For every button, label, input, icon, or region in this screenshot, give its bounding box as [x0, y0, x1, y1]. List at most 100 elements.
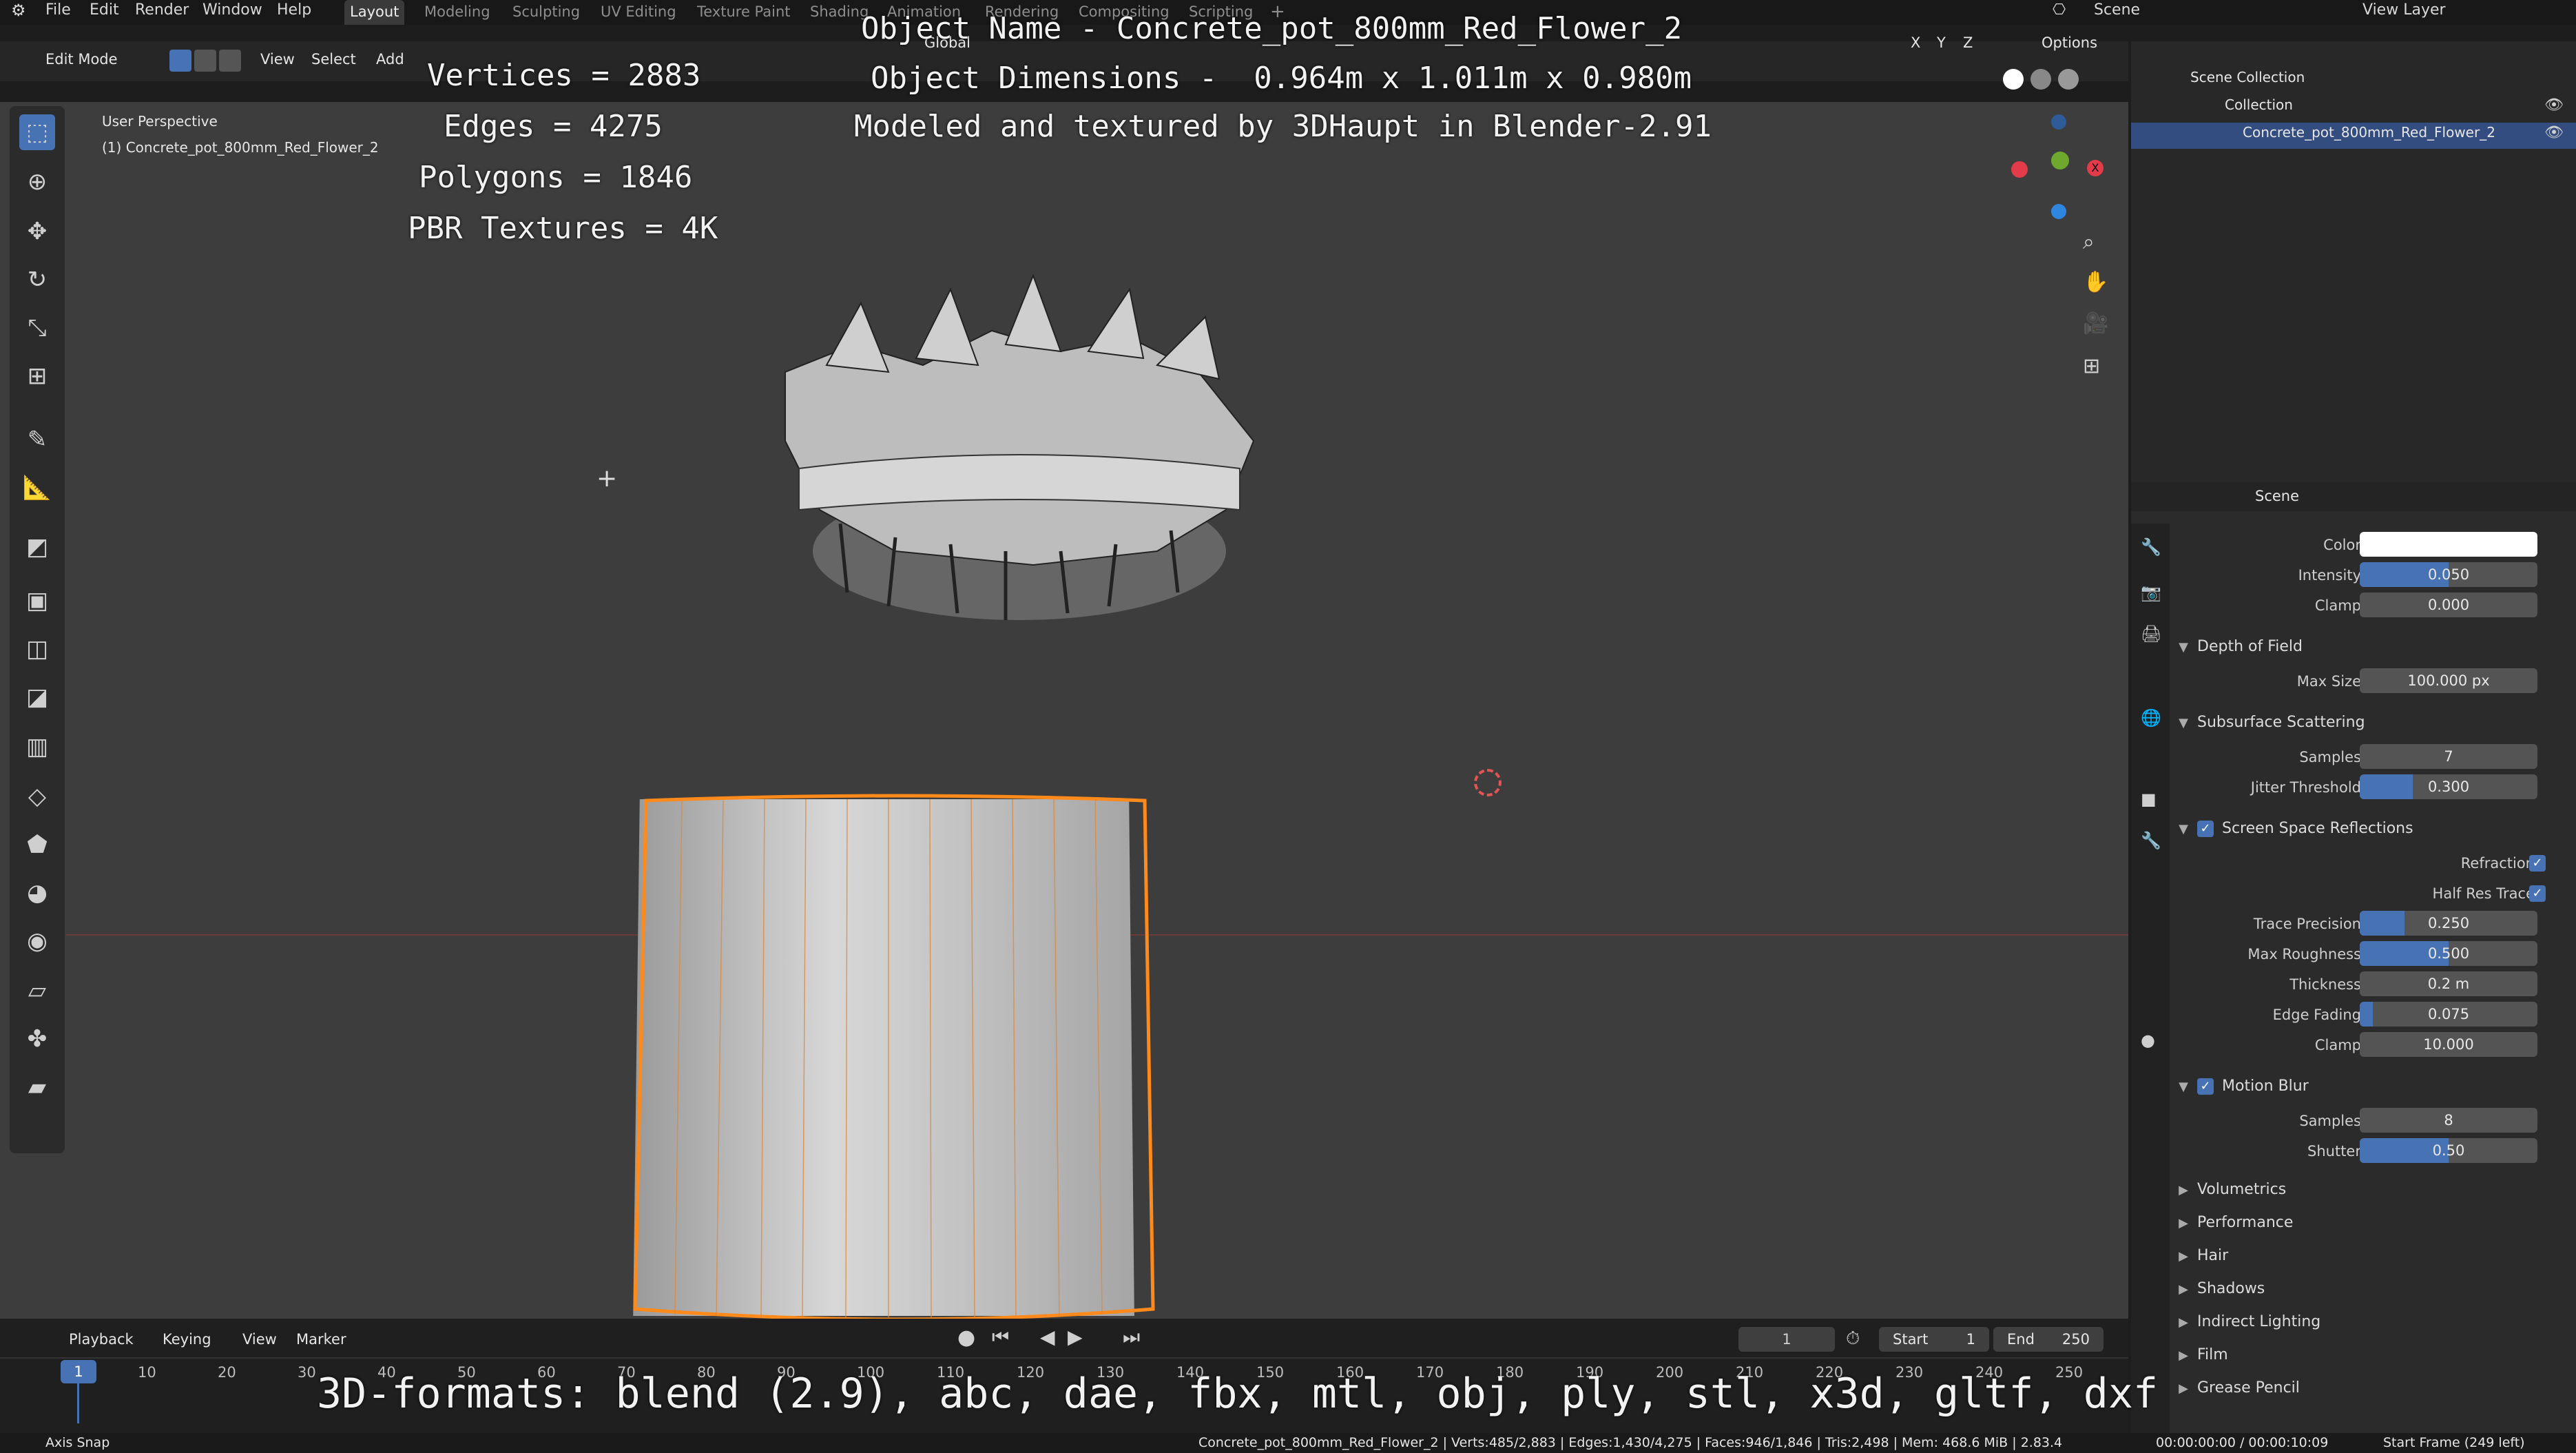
inset-tool-icon[interactable]: ◫ — [19, 631, 55, 667]
3d-cursor-icon[interactable] — [1474, 769, 1502, 796]
current-frame-field[interactable]: 1 — [1738, 1327, 1835, 1352]
scene-icon[interactable]: ⎔ — [2053, 0, 2066, 25]
outliner-scene-collection[interactable]: Scene Collection — [2190, 69, 2305, 85]
gizmo-neg-x-icon[interactable] — [2011, 161, 2028, 178]
checkbox-icon[interactable]: ✓ — [2529, 885, 2546, 902]
tab-layout[interactable]: Layout — [344, 0, 405, 25]
section-shadows[interactable]: ▶ Shadows — [2170, 1272, 2576, 1305]
mb-samples-value[interactable]: 8 — [2360, 1108, 2537, 1133]
ssr-clamp[interactable]: Clamp 10.000 — [2170, 1029, 2576, 1061]
grid-view-icon[interactable]: ⊞ — [2083, 354, 2100, 378]
dof-max-size-value[interactable]: 100.000 px — [2360, 668, 2537, 693]
object-eye-icon[interactable]: 👁 — [2544, 124, 2564, 141]
vertex-select-icon[interactable] — [169, 50, 191, 72]
mb-samples[interactable]: Samples 8 — [2170, 1105, 2576, 1137]
bevel-tool-icon[interactable]: ◪ — [19, 679, 55, 715]
face-select-icon[interactable] — [219, 50, 241, 72]
smooth-tool-icon[interactable]: ◉ — [19, 923, 55, 959]
menu-select[interactable]: Select — [311, 51, 356, 68]
jump-end-icon[interactable]: ⏭ — [1123, 1326, 1140, 1349]
ssr-max-roughness[interactable]: Max Roughness 0.500 — [2170, 938, 2576, 970]
section-performance[interactable]: ▶ Performance — [2170, 1206, 2576, 1239]
world-tab-icon[interactable]: 🌐 — [2141, 708, 2161, 728]
mb-shutter[interactable]: Shutter 0.50 — [2170, 1135, 2576, 1167]
ssr-edge-fading[interactable]: Edge Fading 0.075 — [2170, 999, 2576, 1031]
prop-intensity-value[interactable]: 0.050 — [2360, 562, 2537, 587]
annotate-tool-icon[interactable]: ✎ — [19, 422, 55, 457]
ssr-edge-fading-value[interactable]: 0.075 — [2360, 1002, 2537, 1027]
options-menu[interactable]: Options — [2042, 34, 2097, 51]
measure-tool-icon[interactable]: 📐 — [19, 470, 55, 506]
select-box-tool-icon[interactable]: ⬚ — [19, 114, 55, 150]
poly-build-tool-icon[interactable]: ⬟ — [19, 827, 55, 863]
section-film[interactable]: ▶ Film — [2170, 1338, 2576, 1371]
output-tab-icon[interactable]: 🖨 — [2141, 624, 2161, 643]
extrude-tool-icon[interactable]: ▣ — [19, 583, 55, 619]
section-hair[interactable]: ▶ Hair — [2170, 1239, 2576, 1272]
scale-tool-icon[interactable]: ⤡ — [19, 310, 55, 346]
shrink-fatten-tool-icon[interactable]: ✤ — [19, 1021, 55, 1057]
dof-max-size[interactable]: Max Size 100.000 px — [2170, 666, 2576, 697]
menu-edit[interactable]: Edit — [90, 0, 119, 25]
timeline-keying-menu[interactable]: Keying — [163, 1331, 211, 1348]
outliner-object[interactable]: Concrete_pot_800mm_Red_Flower_2 — [2243, 124, 2495, 141]
sss-samples-value[interactable]: 7 — [2360, 744, 2537, 769]
menu-render[interactable]: Render — [135, 0, 189, 25]
timeline-playback-menu[interactable]: Playback — [69, 1331, 134, 1348]
axis-y[interactable]: Y — [1937, 34, 1946, 51]
section-subsurface-scattering[interactable]: ▼ Subsurface Scattering — [2170, 705, 2576, 740]
sss-jitter-threshold-value[interactable]: 0.300 — [2360, 774, 2537, 799]
pan-hand-icon[interactable]: ✋ — [2083, 270, 2108, 294]
blender-logo-icon[interactable]: ⚙ — [11, 0, 26, 25]
stopwatch-icon[interactable]: ⏱ — [1846, 1328, 1860, 1350]
axis-z[interactable]: Z — [1963, 34, 1973, 51]
axis-x[interactable]: X — [1911, 34, 1920, 51]
knife-tool-icon[interactable]: ◇ — [19, 779, 55, 814]
render-tab-icon[interactable]: 📷 — [2141, 583, 2161, 602]
object-tab-icon[interactable]: ■ — [2141, 790, 2157, 809]
prop-color-value[interactable] — [2360, 532, 2537, 557]
gizmo-x-icon[interactable]: X — [2087, 160, 2104, 176]
sss-jitter-threshold[interactable]: Jitter Threshold 0.300 — [2170, 772, 2576, 803]
zoom-icon[interactable]: ⌕ — [2083, 230, 2095, 254]
flower-mesh[interactable] — [744, 262, 1336, 648]
playhead[interactable]: 1 — [61, 1360, 96, 1383]
modifier-tab-icon[interactable]: 🔧 — [2141, 831, 2161, 850]
section-screen-space-reflections[interactable]: ▼ ✓ Screen Space Reflections — [2170, 812, 2576, 846]
add-cube-tool-icon[interactable]: ◩ — [19, 529, 55, 565]
camera-icon[interactable]: 🎥 — [2083, 311, 2108, 336]
edge-slide-tool-icon[interactable]: ▱ — [19, 973, 55, 1009]
prop-clamp[interactable]: Clamp 0.000 — [2170, 590, 2576, 621]
gizmo-y-icon[interactable] — [2051, 152, 2069, 169]
shear-tool-icon[interactable]: ▰ — [19, 1069, 55, 1105]
cursor-tool-icon[interactable]: ⊕ — [19, 164, 55, 200]
outliner-collection[interactable]: Collection — [2225, 96, 2293, 113]
checkbox-icon[interactable]: ✓ — [2529, 855, 2546, 872]
start-frame-field[interactable]: Start 1 — [1879, 1327, 1989, 1352]
visibility-eye-icon[interactable]: 👁 — [2544, 96, 2564, 114]
material-shading-icon[interactable] — [2030, 69, 2051, 90]
menu-help[interactable]: Help — [277, 0, 311, 25]
record-icon[interactable]: ● — [957, 1326, 975, 1350]
gizmo-neg-z-icon[interactable] — [2051, 114, 2066, 130]
timeline-view-menu[interactable]: View — [242, 1331, 277, 1348]
menu-view[interactable]: View — [260, 51, 295, 68]
ssr-trace-precision[interactable]: Trace Precision 0.250 — [2170, 908, 2576, 940]
material-tab-icon[interactable]: ● — [2141, 1031, 2155, 1050]
play-reverse-icon[interactable]: ◀ — [1040, 1326, 1055, 1348]
scene-selector[interactable]: Scene — [2094, 0, 2140, 25]
rendered-shading-icon[interactable] — [2058, 69, 2079, 90]
edge-select-icon[interactable] — [194, 50, 216, 72]
menu-file[interactable]: File — [45, 0, 71, 25]
prop-clamp-value[interactable]: 0.000 — [2360, 592, 2537, 617]
menu-window[interactable]: Window — [202, 0, 262, 25]
section-grease-pencil[interactable]: ▶ Grease Pencil — [2170, 1371, 2576, 1404]
end-frame-field[interactable]: End 250 — [1993, 1327, 2104, 1352]
tab-uv-editing[interactable]: UV Editing — [595, 0, 682, 25]
tab-texture-paint[interactable]: Texture Paint — [692, 0, 796, 25]
pot-mesh[interactable] — [627, 785, 1164, 1323]
ssr-clamp-value[interactable]: 10.000 — [2360, 1032, 2537, 1057]
tab-sculpting[interactable]: Sculpting — [507, 0, 585, 25]
timeline-marker-menu[interactable]: Marker — [296, 1331, 346, 1348]
tab-modeling[interactable]: Modeling — [419, 0, 496, 25]
